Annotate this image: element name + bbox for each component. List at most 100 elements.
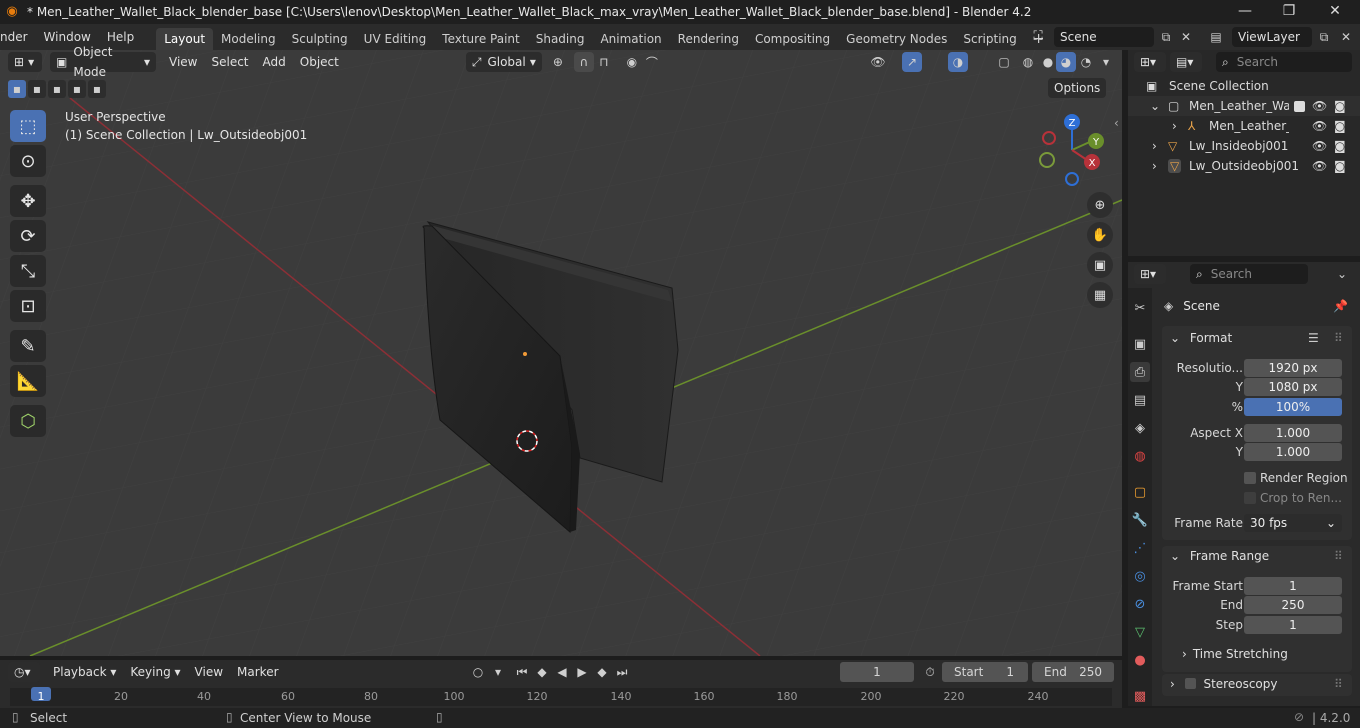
- ortho-grid-icon[interactable]: ▦: [1087, 282, 1113, 308]
- stereoscopy-header[interactable]: › Stereoscopy ⠿: [1162, 672, 1352, 696]
- move-tool-icon[interactable]: ✥: [10, 185, 46, 217]
- presets-list-icon[interactable]: ☰: [1308, 326, 1319, 350]
- tab-geometry-nodes[interactable]: Geometry Nodes: [838, 28, 955, 50]
- properties-options-icon[interactable]: ⌄: [1332, 264, 1352, 284]
- timeline-menu-marker[interactable]: Marker: [230, 662, 285, 682]
- wireframe-shading-icon[interactable]: ◍: [1018, 52, 1038, 72]
- pivot-point-icon[interactable]: ⊕: [548, 52, 568, 72]
- annotate-tool-icon[interactable]: ✎: [10, 330, 46, 362]
- new-viewlayer-icon[interactable]: ⧉: [1314, 27, 1334, 47]
- tab-compositing[interactable]: Compositing: [747, 28, 838, 50]
- chevron-right-icon[interactable]: ›: [1152, 159, 1157, 173]
- gizmo-neg-y[interactable]: [1039, 152, 1055, 168]
- tab-animation[interactable]: Animation: [592, 28, 669, 50]
- viewport-menu-view[interactable]: View: [162, 52, 204, 72]
- crop-checkbox[interactable]: [1244, 492, 1256, 504]
- play-icon[interactable]: ▶: [572, 662, 592, 682]
- resolution-percent-slider[interactable]: 100%: [1244, 398, 1342, 416]
- constraints-tab-icon[interactable]: ⊘: [1130, 594, 1150, 614]
- particles-tab-icon[interactable]: ⋰: [1130, 538, 1150, 558]
- current-frame-field[interactable]: 1: [840, 662, 914, 682]
- xray-icon[interactable]: ▢: [994, 52, 1014, 72]
- sidebar-toggle-icon[interactable]: ‹: [1114, 116, 1119, 130]
- jump-end-icon[interactable]: ⏭: [612, 662, 632, 682]
- shading-options-icon[interactable]: ▾: [1096, 52, 1116, 72]
- stereoscopy-checkbox[interactable]: [1184, 678, 1196, 689]
- format-panel-header[interactable]: ⌄ Format ☰ ⠿: [1162, 326, 1352, 350]
- solid-shading-icon[interactable]: ●: [1038, 52, 1058, 72]
- material-tab-icon[interactable]: ●: [1130, 650, 1150, 670]
- camera-icon[interactable]: ◙: [1334, 119, 1346, 133]
- scene-tab-icon[interactable]: ◈: [1130, 418, 1150, 438]
- rotate-tool-icon[interactable]: ⟳: [10, 220, 46, 252]
- gizmo-toggle-icon[interactable]: ↗: [902, 52, 922, 72]
- select-extend-icon[interactable]: ▪: [28, 80, 46, 98]
- tab-shading[interactable]: Shading: [528, 28, 593, 50]
- gizmo-neg-x[interactable]: [1042, 131, 1056, 145]
- resolution-x-field[interactable]: 1920 px: [1244, 359, 1342, 377]
- select-invert-icon[interactable]: ▪: [68, 80, 86, 98]
- remove-viewlayer-icon[interactable]: ✕: [1336, 27, 1356, 47]
- jump-start-icon[interactable]: ⏮: [512, 662, 532, 682]
- properties-search-input[interactable]: ⌕ Search: [1190, 264, 1308, 284]
- select-subtract-icon[interactable]: ▪: [48, 80, 66, 98]
- drag-handle-icon[interactable]: ⠿: [1334, 326, 1343, 350]
- tab-uv-editing[interactable]: UV Editing: [356, 28, 435, 50]
- minimize-button[interactable]: —: [1222, 0, 1268, 24]
- texture-tab-icon[interactable]: ▩: [1130, 686, 1150, 706]
- chevron-right-icon[interactable]: ›: [1172, 119, 1177, 133]
- outliner-item-collection[interactable]: ⌄ ▢ Men_Leather_Walle 👁 ◙: [1128, 96, 1360, 116]
- exclude-checkbox[interactable]: [1294, 100, 1305, 112]
- output-tab-icon[interactable]: ⎙: [1130, 362, 1150, 382]
- frame-range-header[interactable]: ⌄ Frame Range ⠿: [1162, 544, 1352, 568]
- frame-step-field[interactable]: 1: [1244, 616, 1342, 634]
- transform-tool-icon[interactable]: ⊡: [10, 290, 46, 322]
- view-layer-tab-icon[interactable]: ▤: [1130, 390, 1150, 410]
- eye-icon[interactable]: 👁: [1312, 159, 1327, 173]
- drag-handle-icon[interactable]: ⠿: [1334, 672, 1343, 696]
- camera-icon[interactable]: ◙: [1334, 139, 1346, 153]
- zoom-icon[interactable]: ⊕: [1087, 192, 1113, 218]
- camera-icon[interactable]: ◙: [1334, 159, 1346, 173]
- physics-tab-icon[interactable]: ◎: [1130, 566, 1150, 586]
- stopwatch-icon[interactable]: ⏱: [920, 662, 940, 682]
- auto-key-options-icon[interactable]: ▾: [488, 662, 508, 682]
- remove-scene-icon[interactable]: ✕: [1176, 27, 1196, 47]
- timeline-menu-keying[interactable]: Keying ▾: [123, 662, 187, 682]
- maximize-button[interactable]: ❐: [1266, 0, 1312, 24]
- object-tab-icon[interactable]: ▢: [1130, 482, 1150, 502]
- aspect-y-field[interactable]: 1.000: [1244, 443, 1342, 461]
- timeline-menu-view[interactable]: View: [188, 662, 230, 682]
- select-new-icon[interactable]: ▪: [8, 80, 26, 98]
- timeline-end-field[interactable]: End 250: [1032, 662, 1114, 682]
- tool-tab-icon[interactable]: ✂: [1130, 298, 1150, 318]
- falloff-icon[interactable]: ⌒: [642, 52, 662, 72]
- prev-keyframe-icon[interactable]: ◆: [532, 662, 552, 682]
- viewlayer-field[interactable]: ViewLayer: [1232, 27, 1312, 47]
- pin-icon[interactable]: 📌: [1333, 299, 1348, 313]
- resolution-y-field[interactable]: 1080 px: [1244, 378, 1342, 396]
- snap-target-icon[interactable]: ⊓: [594, 52, 614, 72]
- camera-icon[interactable]: ◙: [1334, 99, 1346, 113]
- tab-sculpting[interactable]: Sculpting: [284, 28, 356, 50]
- select-intersect-icon[interactable]: ▪: [88, 80, 106, 98]
- close-window-button[interactable]: ✕: [1312, 0, 1358, 24]
- record-icon[interactable]: ○: [468, 662, 488, 682]
- navigation-gizmo[interactable]: Z Y X: [1030, 110, 1110, 190]
- viewport-menu-object[interactable]: Object: [293, 52, 346, 72]
- overlays-icon[interactable]: ◑: [948, 52, 968, 72]
- new-scene-icon[interactable]: ⧉: [1156, 27, 1176, 47]
- frame-end-field[interactable]: 250: [1244, 596, 1342, 614]
- play-reverse-icon[interactable]: ◀: [552, 662, 572, 682]
- time-stretching-subpanel[interactable]: › Time Stretching: [1182, 647, 1288, 661]
- chevron-right-icon[interactable]: ›: [1152, 139, 1157, 153]
- modifier-wrench-icon[interactable]: 🔧: [1130, 510, 1150, 530]
- tab-rendering[interactable]: Rendering: [670, 28, 747, 50]
- tab-scripting[interactable]: Scripting: [955, 28, 1024, 50]
- scene-icon[interactable]: ⛶: [1026, 27, 1050, 47]
- viewport-menu-add[interactable]: Add: [256, 52, 293, 72]
- visibility-icon[interactable]: 👁: [868, 52, 888, 72]
- options-button[interactable]: Options: [1048, 78, 1107, 98]
- editor-type-dropdown[interactable]: ⊞ ▾: [8, 52, 42, 72]
- outliner-item-empty[interactable]: › ⅄ Men_Leather_W 👁 ◙: [1128, 116, 1360, 136]
